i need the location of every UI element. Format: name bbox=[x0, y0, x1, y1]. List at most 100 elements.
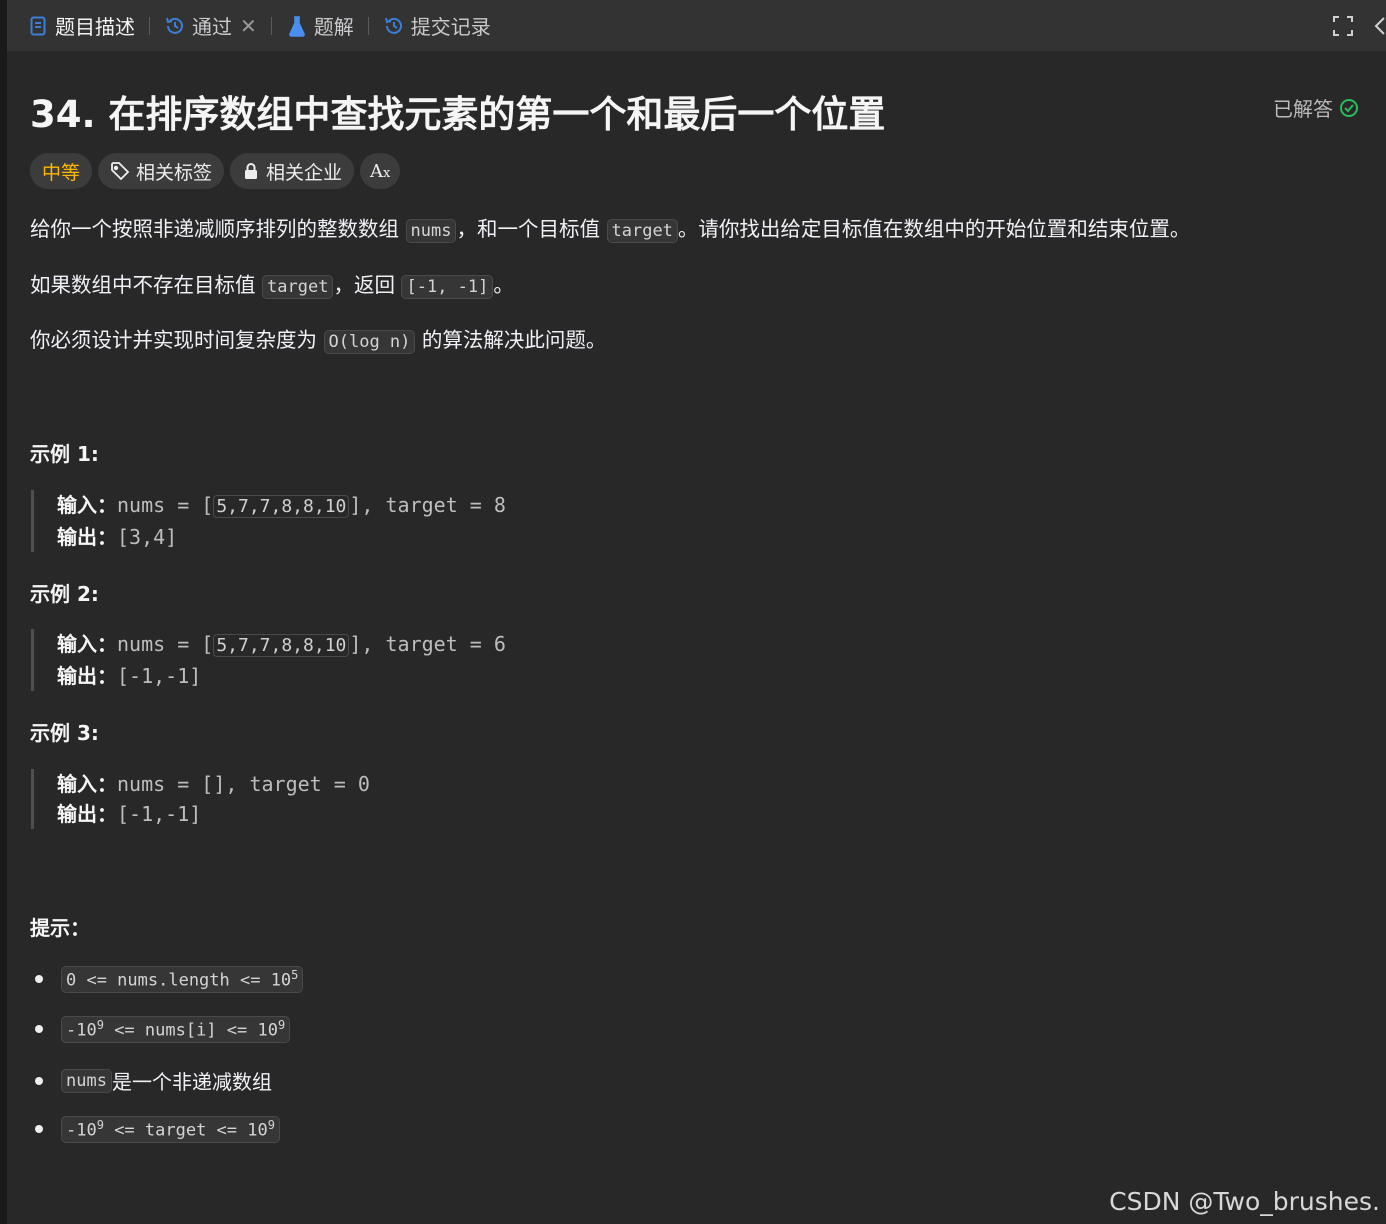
tab-submission-label: 通过 bbox=[192, 15, 232, 39]
output-text: [-1,-1] bbox=[117, 802, 202, 826]
companies-tag-button[interactable]: 相关企业 bbox=[230, 153, 355, 189]
inline-code: [-1, -1] bbox=[401, 275, 494, 299]
input-label: 输入： bbox=[57, 493, 117, 517]
tab-divider bbox=[367, 16, 369, 35]
inline-code: nums bbox=[61, 1068, 112, 1093]
list-item: -109 <= target <= 109 bbox=[30, 1116, 280, 1143]
code-text: -10 bbox=[66, 1120, 97, 1141]
description-paragraph: 给你一个按照非递减顺序排列的整数数组 nums ，和一个目标值 target 。请你… bbox=[30, 214, 1190, 246]
text-segment: 的算法解决此问题。 bbox=[415, 328, 607, 352]
example-input-line: 输入：nums = [5,7,7,8,8,10], target = 8 bbox=[57, 490, 506, 522]
example-heading: 示例 2: bbox=[30, 582, 99, 606]
tab-solutions-label: 题解 bbox=[313, 15, 354, 39]
example-block: 输入：nums = [5,7,7,8,8,10], target = 6 输出：… bbox=[31, 629, 506, 691]
close-icon[interactable]: ✕ bbox=[240, 14, 257, 38]
text-segment: ，返回 bbox=[333, 273, 402, 297]
text-segment: 。请你找出给定目标值在数组中的开始位置和结束位置。 bbox=[677, 217, 1191, 241]
solved-status: 已解答 bbox=[1273, 93, 1359, 122]
tab-divider bbox=[270, 16, 272, 35]
exponent: 9 bbox=[277, 1018, 286, 1032]
text-segment: 如果数组中不存在目标值 bbox=[30, 273, 263, 297]
text-segment: 你必须设计并实现时间复杂度为 bbox=[30, 328, 324, 352]
example-heading: 示例 1: bbox=[30, 442, 99, 466]
inline-code: O(log n) bbox=[323, 330, 416, 354]
check-circle-icon bbox=[1340, 98, 1358, 117]
code-text: <= target <= 10 bbox=[103, 1120, 268, 1141]
exponent: 9 bbox=[267, 1118, 275, 1132]
input-text: ], target = 6 bbox=[349, 632, 506, 656]
description-paragraph: 你必须设计并实现时间复杂度为 O(log n) 的算法解决此问题。 bbox=[30, 325, 606, 357]
exponent: 9 bbox=[96, 1018, 104, 1032]
document-icon bbox=[27, 15, 49, 37]
input-label: 输入： bbox=[57, 632, 117, 656]
tab-description-label: 题目描述 bbox=[55, 15, 135, 39]
exponent: 5 bbox=[291, 968, 299, 982]
bullet-dot bbox=[35, 975, 43, 984]
input-array: 5,7,7,8,8,10 bbox=[213, 495, 350, 518]
input-text: ], target = 8 bbox=[349, 493, 506, 517]
description-paragraph: 如果数组中不存在目标值 target ，返回 [-1, -1]。 bbox=[30, 270, 514, 302]
example-input-line: 输入：nums = [], target = 0 bbox=[57, 769, 370, 799]
problem-title: 34. 在排序数组中查找元素的第一个和最后一个位置 bbox=[30, 93, 886, 136]
constraint-text: 是一个非递减数组 bbox=[111, 1070, 272, 1094]
output-label: 输出： bbox=[57, 802, 117, 826]
example-block: 输入：nums = [5,7,7,8,8,10], target = 8 输出：… bbox=[31, 490, 506, 552]
translate-icon: Ax bbox=[370, 160, 391, 182]
example-heading: 示例 3: bbox=[30, 721, 99, 745]
difficulty-badge: 中等 bbox=[30, 153, 93, 189]
example-output-line: 输出：[-1,-1] bbox=[57, 661, 506, 691]
output-label: 输出： bbox=[57, 525, 117, 549]
tab-bar: 题目描述 通过 ✕ 题解 提交记录 bbox=[7, 0, 1386, 51]
example-input-line: 输入：nums = [5,7,7,8,8,10], target = 6 bbox=[57, 629, 506, 661]
tab-submission-result[interactable]: 通过 ✕ bbox=[156, 0, 265, 51]
difficulty-label: 中等 bbox=[42, 161, 81, 184]
collapse-chevron-icon[interactable] bbox=[1372, 13, 1386, 39]
input-text: nums = [], target = 0 bbox=[117, 772, 370, 796]
constraints-heading: 提示： bbox=[30, 916, 90, 940]
example-output-line: 输出：[3,4] bbox=[57, 522, 506, 552]
history-icon bbox=[164, 15, 186, 37]
text-segment: ，和一个目标值 bbox=[456, 217, 607, 241]
code-text: -10 bbox=[66, 1020, 97, 1041]
text-segment: 给你一个按照非递减顺序排列的整数数组 bbox=[30, 217, 406, 241]
tag-icon bbox=[110, 161, 130, 181]
solved-label: 已解答 bbox=[1273, 97, 1333, 121]
bullet-dot bbox=[35, 1076, 43, 1085]
tab-actions bbox=[1310, 0, 1386, 51]
list-item: -109 <= nums[i] <= 109 bbox=[30, 1016, 291, 1043]
watermark: CSDN @Two_brushes. bbox=[1109, 1187, 1380, 1216]
code-text: 0 <= nums.length <= 10 bbox=[66, 970, 292, 991]
inline-code: target bbox=[606, 219, 678, 243]
tag-row: 中等 相关标签 相关企业 Ax bbox=[30, 153, 406, 189]
example-block: 输入：nums = [], target = 0 输出：[-1,-1] bbox=[31, 769, 370, 829]
text-segment: 。 bbox=[493, 273, 514, 297]
fullscreen-icon[interactable] bbox=[1330, 13, 1356, 39]
font-size-button[interactable]: Ax bbox=[360, 153, 401, 189]
tab-solutions[interactable]: 题解 bbox=[278, 0, 362, 51]
topics-tag-label: 相关标签 bbox=[136, 161, 213, 184]
bullet-dot bbox=[35, 1125, 43, 1134]
topics-tag-button[interactable]: 相关标签 bbox=[98, 153, 225, 189]
companies-tag-label: 相关企业 bbox=[266, 161, 343, 184]
constraint-code: -109 <= nums[i] <= 109 bbox=[61, 1016, 291, 1043]
history-icon bbox=[383, 15, 405, 37]
output-text: [3,4] bbox=[117, 525, 178, 549]
tab-description[interactable]: 题目描述 bbox=[19, 0, 143, 51]
bullet-dot bbox=[35, 1025, 43, 1034]
input-label: 输入： bbox=[57, 772, 117, 796]
tab-divider bbox=[149, 16, 150, 35]
tab-history-label: 提交记录 bbox=[410, 15, 491, 39]
constraint-code: 0 <= nums.length <= 105 bbox=[61, 966, 304, 993]
lock-icon bbox=[242, 162, 260, 180]
tab-history[interactable]: 提交记录 bbox=[375, 0, 499, 51]
code-text: <= nums[i] <= 10 bbox=[103, 1020, 278, 1041]
inline-code: target bbox=[262, 275, 334, 299]
output-text: [-1,-1] bbox=[117, 664, 202, 688]
input-text: nums = [ bbox=[117, 493, 214, 517]
list-item: 0 <= nums.length <= 105 bbox=[30, 966, 304, 993]
input-array: 5,7,7,8,8,10 bbox=[213, 634, 350, 657]
inline-code: nums bbox=[405, 219, 457, 243]
list-item: nums 是一个非递减数组 bbox=[30, 1066, 272, 1095]
example-output-line: 输出：[-1,-1] bbox=[57, 799, 370, 829]
flask-icon bbox=[286, 15, 308, 37]
